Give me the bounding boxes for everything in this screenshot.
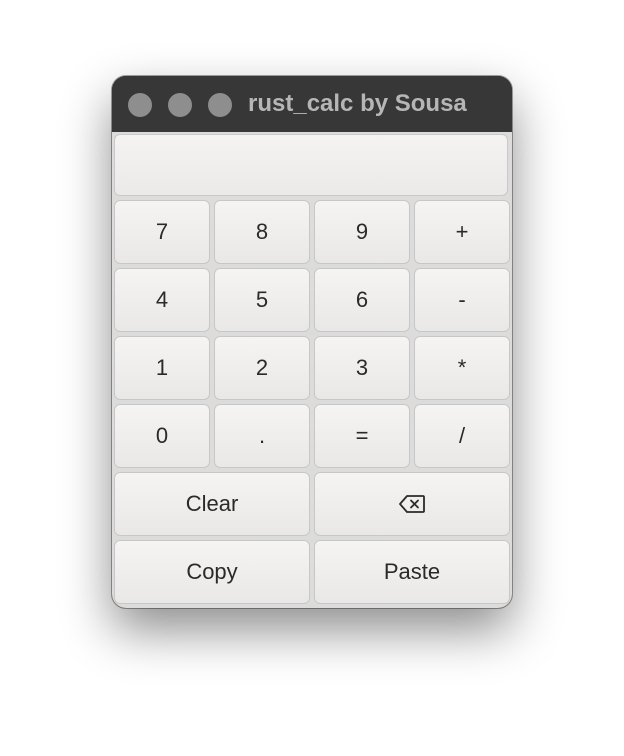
- subtract-button[interactable]: -: [414, 268, 510, 332]
- app-window: rust_calc by Sousa 7 8 9 + 4 5 6 - 1 2 3…: [112, 76, 512, 608]
- digit-5-button[interactable]: 5: [214, 268, 310, 332]
- digit-3-button[interactable]: 3: [314, 336, 410, 400]
- multiply-button[interactable]: *: [414, 336, 510, 400]
- title-bar[interactable]: rust_calc by Sousa: [112, 76, 512, 132]
- divide-button[interactable]: /: [414, 404, 510, 468]
- copy-button[interactable]: Copy: [114, 540, 310, 604]
- digit-9-button[interactable]: 9: [314, 200, 410, 264]
- digit-8-button[interactable]: 8: [214, 200, 310, 264]
- backspace-button[interactable]: [314, 472, 510, 536]
- paste-button[interactable]: Paste: [314, 540, 510, 604]
- minimize-window-button[interactable]: [168, 93, 192, 117]
- zoom-window-button[interactable]: [208, 93, 232, 117]
- equals-button[interactable]: =: [314, 404, 410, 468]
- backspace-icon: [399, 495, 425, 513]
- digit-0-button[interactable]: 0: [114, 404, 210, 468]
- digit-1-button[interactable]: 1: [114, 336, 210, 400]
- add-button[interactable]: +: [414, 200, 510, 264]
- calculator-display: [114, 134, 508, 196]
- calculator-body: 7 8 9 + 4 5 6 - 1 2 3 * 0 . = / Clear Co…: [112, 132, 512, 608]
- window-title: rust_calc by Sousa: [248, 90, 467, 117]
- decimal-point-button[interactable]: .: [214, 404, 310, 468]
- clear-button[interactable]: Clear: [114, 472, 310, 536]
- close-window-button[interactable]: [128, 93, 152, 117]
- digit-7-button[interactable]: 7: [114, 200, 210, 264]
- digit-4-button[interactable]: 4: [114, 268, 210, 332]
- digit-2-button[interactable]: 2: [214, 336, 310, 400]
- digit-6-button[interactable]: 6: [314, 268, 410, 332]
